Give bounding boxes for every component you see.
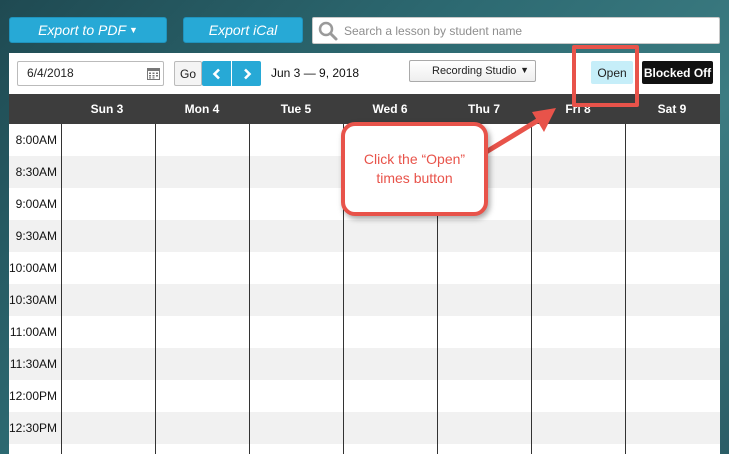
- chevron-left-icon: [212, 68, 220, 79]
- day-header: Mon 4: [184, 102, 220, 116]
- blocked-label: Blocked Off: [643, 65, 712, 80]
- time-row[interactable]: 10:30AM: [9, 284, 720, 316]
- export-pdf-button[interactable]: Export to PDF ▼: [9, 17, 167, 43]
- day-header: Sat 9: [657, 102, 687, 116]
- time-label: 11:30AM: [9, 357, 57, 371]
- go-button[interactable]: Go: [174, 61, 202, 86]
- day-header: Sun 3: [90, 102, 124, 116]
- time-row[interactable]: 10:00AM: [9, 252, 720, 284]
- time-label: 10:30AM: [9, 293, 57, 307]
- go-label: Go: [179, 66, 196, 81]
- time-row[interactable]: [9, 444, 720, 454]
- export-ical-button[interactable]: Export iCal: [183, 17, 303, 43]
- time-label: 9:00AM: [15, 197, 57, 211]
- time-row[interactable]: 11:00AM: [9, 316, 720, 348]
- export-ical-label: Export iCal: [208, 22, 278, 38]
- room-selected-value: Recording Studio: [432, 65, 517, 77]
- day-header: Wed 6: [372, 102, 408, 116]
- chevron-right-icon: [243, 68, 251, 79]
- caret-down-icon: ▼: [520, 65, 529, 75]
- search-icon: [318, 21, 338, 40]
- previous-week-button[interactable]: [202, 61, 231, 86]
- caret-down-icon: ▼: [129, 25, 138, 35]
- next-week-button[interactable]: [232, 61, 261, 86]
- column-divider: [531, 124, 532, 454]
- export-pdf-label: Export to PDF: [38, 22, 126, 38]
- time-row[interactable]: 9:30AM: [9, 220, 720, 252]
- date-field[interactable]: 6/4/2018: [17, 61, 164, 86]
- column-divider: [61, 124, 62, 454]
- date-value: 6/4/2018: [27, 66, 74, 80]
- open-button-highlight: [572, 45, 639, 107]
- search-box: [312, 17, 720, 44]
- time-label: 8:00AM: [15, 133, 57, 147]
- search-input[interactable]: [344, 23, 704, 38]
- column-divider: [155, 124, 156, 454]
- time-label: 8:30AM: [15, 165, 57, 179]
- time-label: 9:30AM: [15, 229, 57, 243]
- time-row[interactable]: 12:30PM: [9, 412, 720, 444]
- time-label: 12:30PM: [9, 421, 57, 435]
- instruction-callout: Click the “Open” times button: [341, 122, 488, 216]
- day-header: Tue 5: [280, 102, 312, 116]
- date-range-label: Jun 3 — 9, 2018: [271, 66, 360, 80]
- time-row[interactable]: 12:00PM: [9, 380, 720, 412]
- calendar-panel: 6/4/2018 Go Jun 3 — 9, 2018 Recording St…: [9, 53, 720, 454]
- column-divider: [249, 124, 250, 454]
- time-label: 11:00AM: [9, 325, 57, 339]
- room-select[interactable]: Recording Studio ▼: [409, 60, 536, 82]
- time-label: 10:00AM: [9, 261, 57, 275]
- time-row[interactable]: 11:30AM: [9, 348, 720, 380]
- column-divider: [625, 124, 626, 454]
- callout-text: Click the “Open” times button: [363, 151, 466, 186]
- time-label: 12:00PM: [9, 389, 57, 403]
- calendar-icon[interactable]: [147, 67, 160, 80]
- arrow-icon: [484, 108, 556, 155]
- blocked-off-button[interactable]: Blocked Off: [642, 61, 713, 84]
